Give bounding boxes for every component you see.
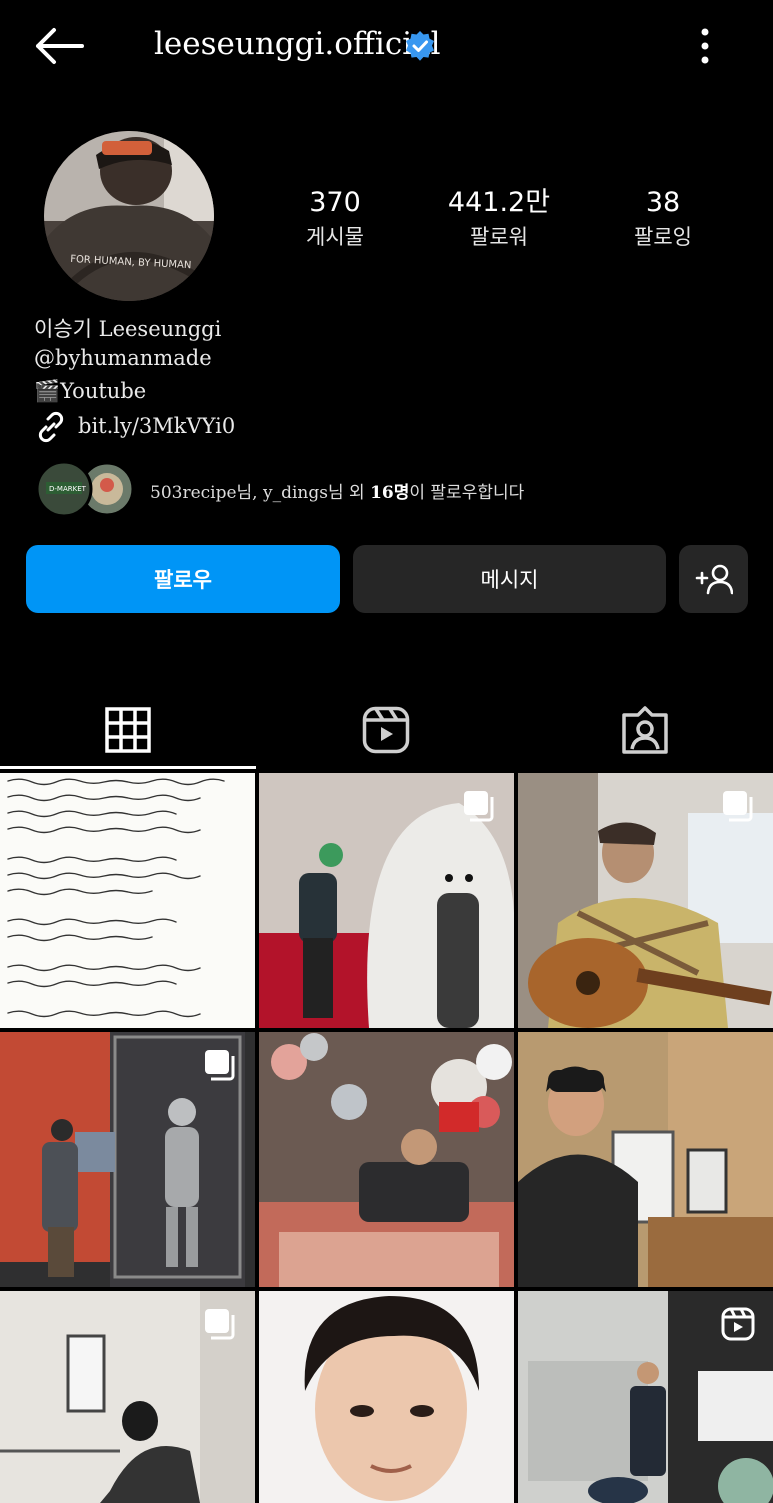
- reels-icon: [362, 706, 410, 754]
- grid-post-6[interactable]: [518, 1032, 773, 1287]
- post-thumbnail: [259, 1032, 514, 1287]
- stat-label: 팔로잉: [634, 225, 692, 249]
- stat-label: 게시물: [306, 225, 364, 249]
- posts-count[interactable]: 370 게시물: [265, 186, 405, 254]
- stat-label: 팔로워: [470, 225, 528, 249]
- message-button[interactable]: 메시지: [353, 545, 666, 613]
- carousel-icon: [205, 1309, 235, 1340]
- profile-username: leeseunggi.official: [154, 26, 441, 62]
- tab-tagged[interactable]: [517, 690, 773, 770]
- tab-reels[interactable]: [258, 690, 514, 770]
- add-person-icon: [695, 564, 733, 595]
- tab-posts-grid[interactable]: [0, 690, 256, 770]
- mutual-followers-text[interactable]: 503recipe님, y_dings님 외 16명이 팔로우합니다: [150, 478, 524, 503]
- post-thumbnail: [7, 778, 225, 1018]
- mutual-count: 16명: [370, 483, 410, 503]
- grid-post-1[interactable]: [0, 773, 255, 1028]
- mutual-followers-avatars[interactable]: D-MARKET: [36, 460, 136, 518]
- carousel-icon: [464, 791, 494, 822]
- tagged-icon: [622, 706, 668, 754]
- carousel-icon: [205, 1050, 235, 1081]
- mutual-suffix: 이 팔로우합니다: [409, 483, 525, 503]
- bio-mention-link[interactable]: @byhumanmade: [34, 346, 212, 370]
- svg-text:D-MARKET: D-MARKET: [49, 485, 87, 493]
- link-icon: [38, 411, 64, 443]
- grid-post-7[interactable]: [0, 1291, 255, 1503]
- bio-external-link[interactable]: bit.ly/3MkVYi0: [78, 414, 235, 438]
- bio-youtube-text: 🎬Youtube: [34, 379, 147, 403]
- following-count[interactable]: 38 팔로잉: [593, 186, 733, 254]
- post-thumbnail: [259, 1291, 514, 1503]
- grid-post-5[interactable]: [259, 1032, 514, 1287]
- back-arrow-icon[interactable]: [34, 26, 86, 66]
- suggest-people-button[interactable]: [679, 545, 748, 613]
- stat-value: 441.2만: [447, 187, 551, 218]
- active-tab-indicator: [0, 766, 256, 769]
- grid-post-8[interactable]: [259, 1291, 514, 1503]
- profile-full-name: 이승기 Leeseunggi: [34, 317, 222, 341]
- more-vertical-icon[interactable]: [690, 26, 720, 66]
- carousel-icon: [723, 791, 753, 822]
- grid-post-9[interactable]: [518, 1291, 773, 1503]
- grid-post-3[interactable]: [518, 773, 773, 1028]
- grid-post-2[interactable]: [259, 773, 514, 1028]
- grid-icon: [105, 707, 151, 753]
- reels-video-icon: [721, 1307, 755, 1341]
- mutual-names: 503recipe님, y_dings님 외: [150, 483, 371, 503]
- followers-count[interactable]: 441.2만 팔로워: [429, 186, 569, 254]
- follow-button[interactable]: 팔로우: [26, 545, 340, 613]
- grid-post-4[interactable]: [0, 1032, 255, 1287]
- post-thumbnail: [518, 1032, 773, 1287]
- stat-value: 38: [645, 187, 681, 218]
- profile-avatar[interactable]: FOR HUMAN, BY HUMAN: [44, 131, 214, 301]
- verified-badge-icon: [406, 31, 434, 61]
- stat-value: 370: [309, 187, 361, 218]
